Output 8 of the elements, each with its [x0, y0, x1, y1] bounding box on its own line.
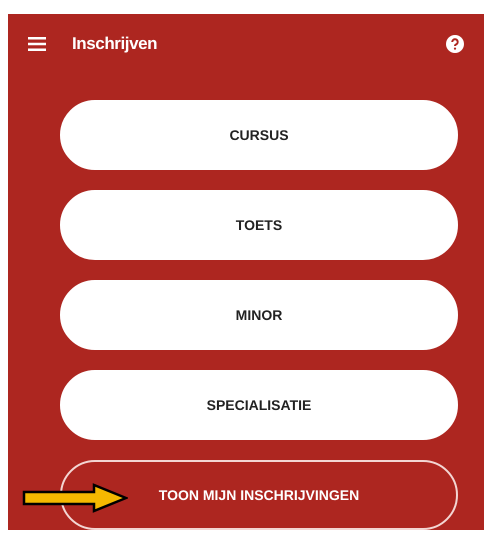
- menu-button[interactable]: MINOR: [60, 280, 458, 350]
- menu-icon[interactable]: [28, 37, 46, 51]
- menu-button[interactable]: CURSUS: [60, 100, 458, 170]
- menu-button[interactable]: SPECIALISATIE: [60, 370, 458, 440]
- menu-button[interactable]: TOETS: [60, 190, 458, 260]
- arrow-icon: [22, 483, 128, 513]
- help-icon[interactable]: [446, 35, 464, 53]
- header-title: Inschrijven: [72, 33, 158, 56]
